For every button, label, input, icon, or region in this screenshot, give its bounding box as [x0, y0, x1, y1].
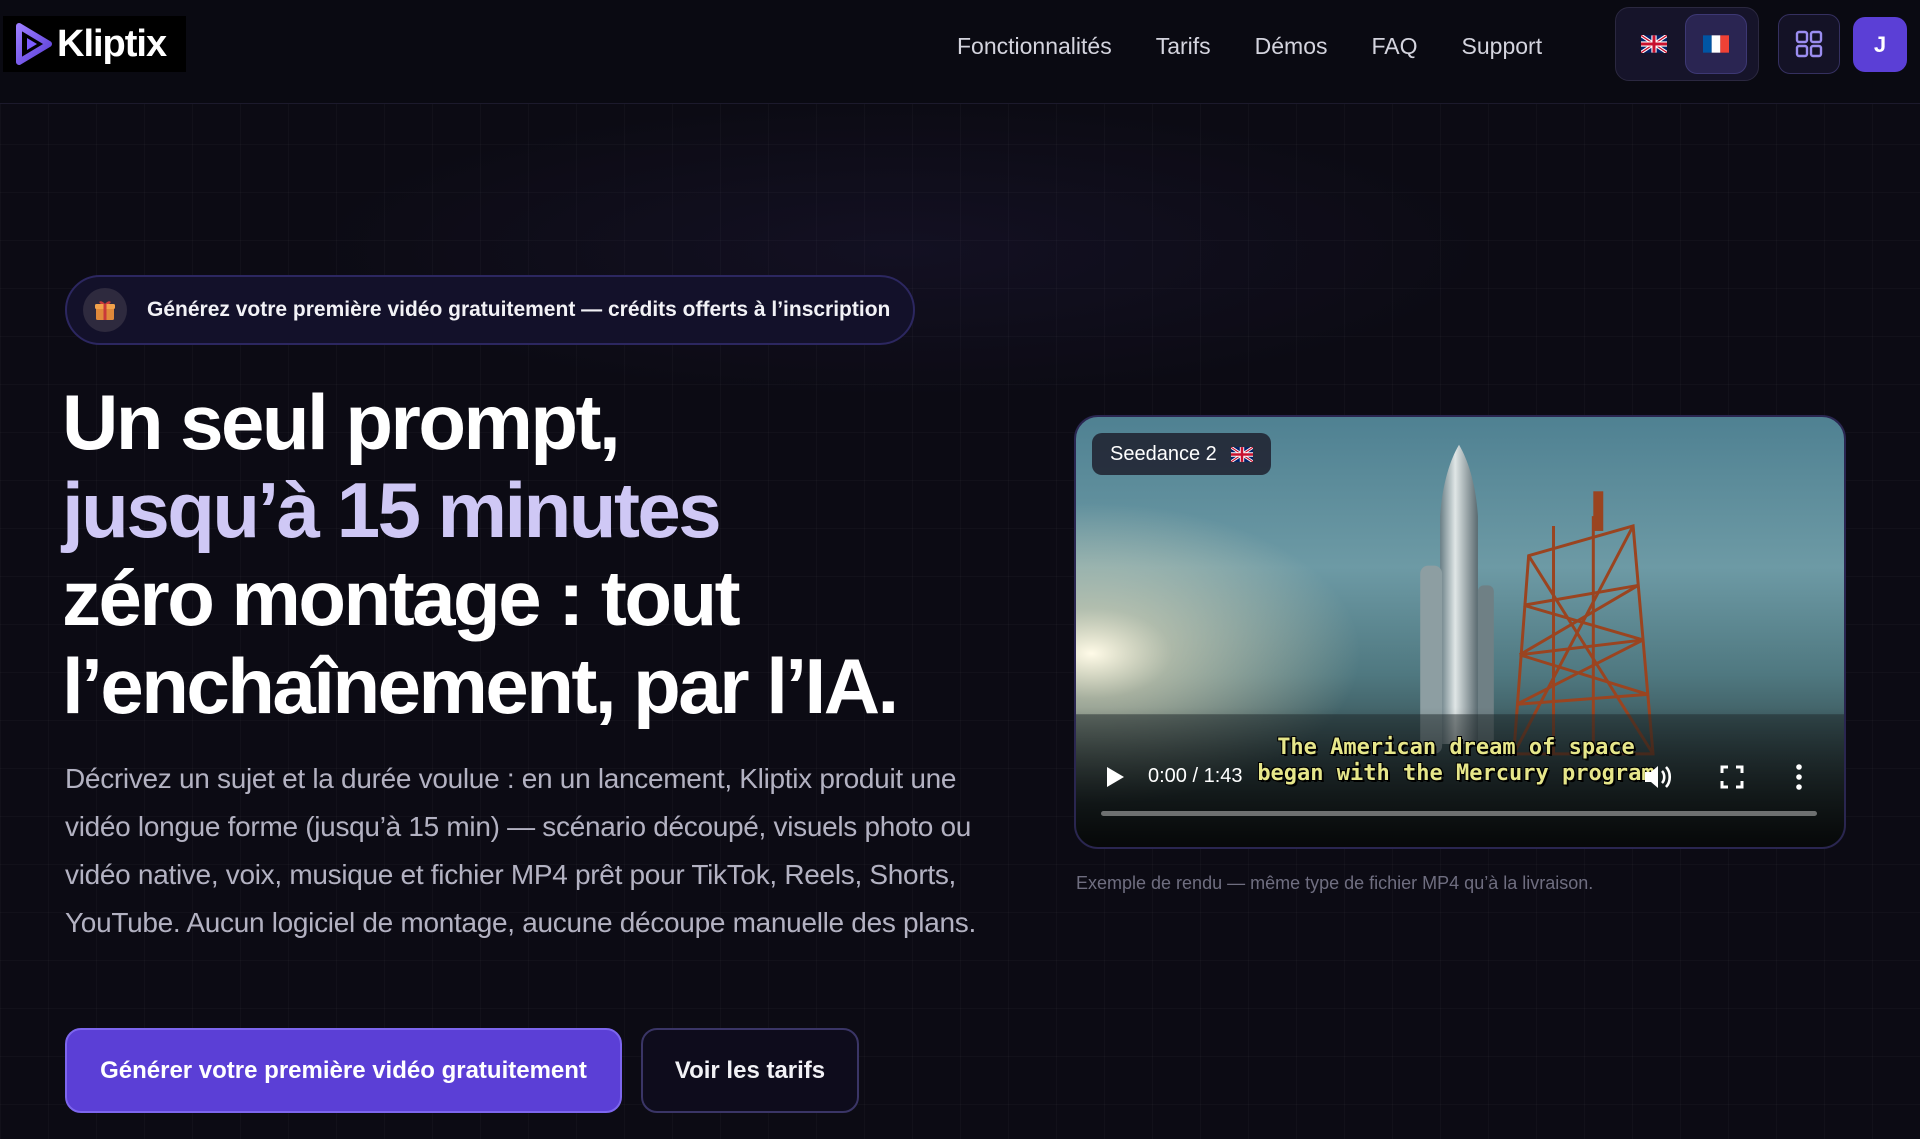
logo[interactable]: Kliptix — [3, 16, 186, 72]
subtitle-line: The American dream of space — [1277, 735, 1635, 760]
uk-flag-icon — [1641, 35, 1667, 53]
model-badge-label: Seedance 2 — [1110, 442, 1217, 465]
nav-links: Fonctionnalités Tarifs Démos FAQ Support — [957, 30, 1586, 62]
headline-line-highlight: jusqu’à 15 minutes — [62, 466, 722, 554]
video-time: 0:00 / 1:43 — [1148, 765, 1243, 787]
nav-link-features[interactable]: Fonctionnalités — [957, 33, 1112, 60]
video-progress-bar[interactable] — [1101, 811, 1817, 816]
video-caption: Exemple de rendu — même type de fichier … — [1076, 873, 1594, 893]
language-fr-button[interactable] — [1685, 14, 1747, 74]
hero-description: Décrivez un sujet et la durée voulue : e… — [65, 763, 976, 938]
grid-icon — [1795, 30, 1823, 58]
logo-wordmark: Kliptix — [57, 22, 167, 65]
play-logo-icon — [16, 23, 52, 65]
headline-line: Un seul prompt, — [62, 378, 621, 466]
headline-line: l’enchaînement, par l’IA. — [62, 642, 899, 730]
top-navbar: Kliptix Fonctionnalités Tarifs Démos FAQ… — [0, 0, 1920, 104]
hero-headline: Un seul prompt, jusqu’à 15 minutes zéro … — [62, 378, 1022, 730]
nav-link-faq[interactable]: FAQ — [1372, 33, 1418, 60]
background-glow — [300, 100, 1500, 400]
promo-pill[interactable]: Générez votre première vidéo gratuitemen… — [65, 275, 915, 345]
nav-link-demos[interactable]: Démos — [1255, 33, 1328, 60]
volume-icon[interactable] — [1643, 763, 1673, 791]
more-options-icon[interactable] — [1794, 763, 1804, 791]
video-subtitles: The American dream of space began with t… — [1236, 735, 1676, 787]
france-flag-icon — [1703, 35, 1729, 53]
uk-flag-icon — [1230, 446, 1253, 462]
language-switcher — [1615, 7, 1759, 81]
model-badge: Seedance 2 — [1092, 433, 1271, 475]
headline-line: zéro montage : tout — [62, 554, 741, 642]
generate-first-video-button[interactable]: Générer votre première vidéo gratuitemen… — [65, 1028, 622, 1113]
apps-grid-button[interactable] — [1778, 14, 1840, 74]
language-en-button[interactable] — [1623, 14, 1685, 74]
subtitle-line: began with the Mercury program — [1257, 761, 1655, 786]
user-avatar[interactable]: J — [1853, 17, 1907, 72]
gift-icon — [83, 288, 127, 332]
view-pricing-button[interactable]: Voir les tarifs — [641, 1028, 859, 1113]
fullscreen-icon[interactable] — [1719, 764, 1745, 790]
nav-link-support[interactable]: Support — [1462, 33, 1543, 60]
demo-video-player[interactable]: Seedance 2 The American dream of space b… — [1074, 415, 1846, 849]
play-icon[interactable] — [1104, 765, 1126, 789]
promo-text: Générez votre première vidéo gratuitemen… — [147, 298, 891, 321]
nav-link-pricing[interactable]: Tarifs — [1156, 33, 1211, 60]
